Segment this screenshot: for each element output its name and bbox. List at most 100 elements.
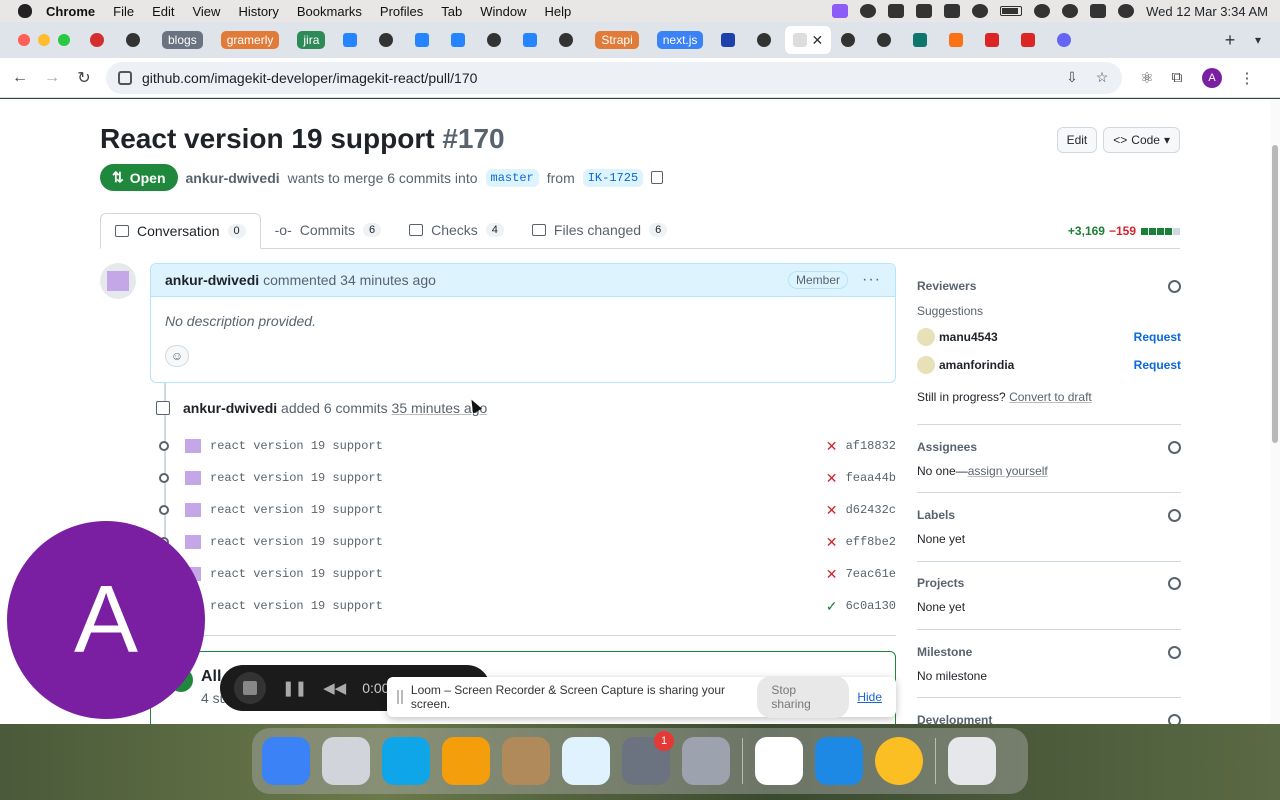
x-icon[interactable]: ✕: [824, 566, 840, 583]
tab-checks[interactable]: Checks 4: [395, 212, 518, 248]
photos-icon[interactable]: [442, 737, 490, 785]
battery-icon[interactable]: [1000, 6, 1023, 16]
install-app-icon[interactable]: ⇩: [1064, 69, 1080, 86]
tab-github-1[interactable]: [371, 26, 405, 54]
pr-author-link[interactable]: ankur-dwivedi: [186, 170, 280, 186]
stop-recording-button[interactable]: [234, 672, 266, 704]
tab-red-1[interactable]: [977, 26, 1011, 54]
menu-file[interactable]: File: [113, 4, 134, 19]
forward-button[interactable]: →: [36, 62, 68, 94]
close-window-button[interactable]: [18, 34, 30, 46]
vscode-icon[interactable]: [815, 737, 863, 785]
convert-to-draft-link[interactable]: Convert to draft: [1009, 390, 1092, 404]
freeform-icon[interactable]: [562, 737, 610, 785]
avatar[interactable]: [185, 503, 201, 517]
tab-jira-2[interactable]: [407, 26, 441, 54]
menu-bookmarks[interactable]: Bookmarks: [297, 4, 362, 19]
menu-view[interactable]: View: [192, 4, 220, 19]
code-button[interactable]: <> Code ▾: [1103, 127, 1180, 153]
app-status-icon[interactable]: [860, 4, 877, 18]
reviewer-name[interactable]: manu4543: [939, 330, 998, 344]
x-icon[interactable]: ✕: [824, 534, 840, 551]
tab-conversation[interactable]: Conversation 0: [100, 213, 261, 249]
reload-button[interactable]: ↻: [68, 62, 100, 94]
iphone-mirroring-icon[interactable]: [682, 737, 730, 785]
menu-history[interactable]: History: [238, 4, 278, 19]
launchpad-icon[interactable]: [322, 737, 370, 785]
commit-sha[interactable]: eff8be2: [846, 535, 896, 549]
react-devtools-icon[interactable]: ⚛: [1132, 63, 1162, 93]
zoom-window-button[interactable]: [58, 34, 70, 46]
siri-icon[interactable]: [1118, 4, 1135, 18]
sidebar-heading[interactable]: Labels: [917, 508, 1181, 522]
tab-jira-1[interactable]: [335, 26, 369, 54]
chrome-icon[interactable]: [875, 737, 923, 785]
commit-message[interactable]: react version 19 support: [210, 567, 383, 581]
sidebar-heading[interactable]: Reviewers: [917, 279, 1181, 293]
tab-github-6[interactable]: [869, 26, 903, 54]
gear-icon[interactable]: [1168, 440, 1181, 454]
hide-link[interactable]: Hide: [857, 690, 882, 704]
avatar[interactable]: [917, 356, 935, 374]
menu-edit[interactable]: Edit: [152, 4, 174, 19]
restart-icon[interactable]: ◀◀: [323, 679, 346, 697]
avatar[interactable]: [185, 439, 201, 453]
bookmark-star-icon[interactable]: ☆: [1094, 69, 1110, 86]
gear-icon[interactable]: [1168, 713, 1181, 724]
trash-icon[interactable]: [948, 737, 996, 785]
commit-message[interactable]: react version 19 support: [210, 471, 383, 485]
sidebar-heading[interactable]: Assignees: [917, 440, 1181, 454]
request-review-button[interactable]: Request: [1134, 358, 1181, 372]
tab-github-4[interactable]: [749, 26, 783, 54]
menu-window[interactable]: Window: [480, 4, 526, 19]
menu-app-name[interactable]: Chrome: [46, 4, 95, 19]
commit-message[interactable]: react version 19 support: [210, 599, 383, 613]
contacts-icon[interactable]: [502, 737, 550, 785]
commit-sha[interactable]: 6c0a130: [846, 599, 896, 613]
finder-icon[interactable]: [262, 737, 310, 785]
head-branch[interactable]: IK-1725: [582, 168, 644, 187]
commit-sha[interactable]: d62432c: [846, 503, 896, 517]
x-icon[interactable]: ✕: [824, 438, 840, 455]
tab-nextjs[interactable]: next.js: [649, 26, 712, 54]
base-branch[interactable]: master: [485, 168, 539, 187]
commit-sha[interactable]: af18832: [846, 439, 896, 453]
minimize-window-button[interactable]: [38, 34, 50, 46]
tab-jira-4[interactable]: [515, 26, 549, 54]
tab-gramerly[interactable]: gramerly: [213, 26, 288, 54]
menu-clock[interactable]: Wed 12 Mar 3:34 AM: [1146, 4, 1268, 19]
chrome-menu-icon[interactable]: ⋮: [1232, 63, 1262, 93]
tab-github-5[interactable]: [833, 26, 867, 54]
comment-author[interactable]: ankur-dwivedi: [165, 272, 259, 288]
tab-strapi[interactable]: Strapi: [587, 26, 646, 54]
sidebar-heading[interactable]: Milestone: [917, 645, 1181, 659]
profile-avatar[interactable]: A: [1202, 67, 1222, 88]
gear-icon[interactable]: [1168, 645, 1181, 659]
tab-github-3[interactable]: [551, 26, 585, 54]
tab-info[interactable]: [713, 26, 747, 54]
display-icon[interactable]: [916, 4, 933, 18]
timeline-author[interactable]: ankur-dwivedi: [183, 400, 277, 416]
tab-extension[interactable]: [905, 26, 939, 54]
page-scrollbar[interactable]: [1270, 99, 1280, 724]
reviewer-name[interactable]: amanforindia: [939, 358, 1014, 372]
tab-commits[interactable]: -o- Commits 6: [261, 212, 395, 248]
webcam-bubble[interactable]: A: [7, 521, 205, 719]
address-bar[interactable]: github.com/imagekit-developer/imagekit-r…: [106, 61, 1122, 94]
new-tab-button[interactable]: +: [1216, 26, 1244, 54]
assign-yourself-link[interactable]: assign yourself: [968, 464, 1048, 478]
gear-icon[interactable]: [1168, 279, 1181, 293]
scrollbar-thumb[interactable]: [1272, 145, 1278, 443]
menu-help[interactable]: Help: [545, 4, 572, 19]
pause-icon[interactable]: ❚❚: [282, 679, 307, 697]
menu-profiles[interactable]: Profiles: [380, 4, 423, 19]
avatar[interactable]: [185, 535, 201, 549]
avatar[interactable]: [100, 263, 136, 299]
avatar[interactable]: [185, 471, 201, 485]
x-icon[interactable]: ✕: [824, 470, 840, 487]
gear-icon[interactable]: [1168, 576, 1181, 590]
tab-chatgpt[interactable]: [118, 26, 152, 54]
edit-button[interactable]: Edit: [1056, 127, 1098, 153]
tab-red-2[interactable]: [1013, 26, 1047, 54]
add-reaction-button[interactable]: ☺: [165, 345, 189, 367]
